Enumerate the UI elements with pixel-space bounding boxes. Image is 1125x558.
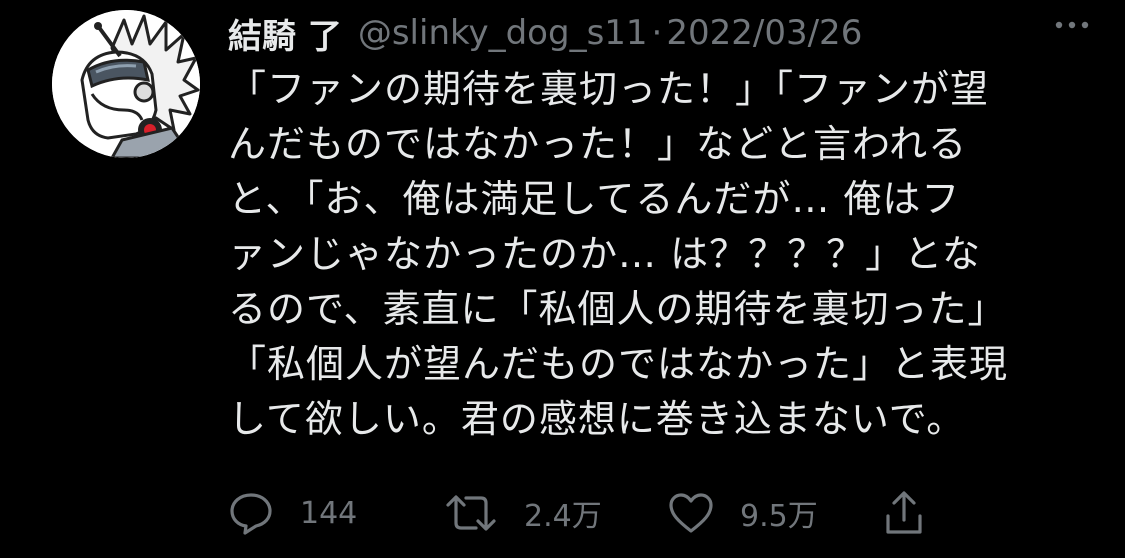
reply-icon <box>230 493 272 535</box>
action-bar: 144 2.4万 9.5万 <box>228 490 948 536</box>
like-button[interactable]: 9.5万 <box>668 490 818 536</box>
heart-icon <box>669 493 713 533</box>
user-handle[interactable]: @slinky_dog_s11 <box>358 13 648 53</box>
tweet-text-line: んだものではなかった！」などと言われる <box>228 122 968 166</box>
tweet-text-line: るので、素直に「私個人の期待を裏切った」 <box>228 287 1007 331</box>
tweet[interactable]: 結騎 了 @slinky_dog_s11 · 2022/03/26 「ファンの期… <box>0 0 1125 558</box>
more-button[interactable] <box>1047 10 1097 40</box>
tweet-text-line: ァンじゃなかったのか… は？？？？」とな <box>228 232 981 276</box>
tweet-date[interactable]: 2022/03/26 <box>666 13 862 53</box>
tweet-text: 「ファンの期待を裏切った！」「ファンが望 んだものではなかった！」などと言われる… <box>228 62 1088 447</box>
tweet-text-line: 「ファンの期待を裏切った！」「ファンが望 <box>228 67 990 111</box>
display-name[interactable]: 結騎 了 <box>228 9 342 58</box>
header-separator: · <box>651 13 663 53</box>
tweet-text-line: 「私個人が望んだものではなかった」と表現 <box>228 342 1009 386</box>
like-count: 9.5万 <box>740 499 818 534</box>
tweet-header: 結騎 了 @slinky_dog_s11 · 2022/03/26 <box>228 8 1108 58</box>
tweet-text-line: して欲しい。君の感想に巻き込まないで。 <box>228 397 966 441</box>
mecha-dog-avatar-icon <box>52 10 200 158</box>
avatar[interactable] <box>52 10 200 158</box>
retweet-button[interactable]: 2.4万 <box>444 490 602 536</box>
share-icon <box>886 491 922 534</box>
tweet-text-line: と、「お、俺は満足してるんだが… 俺はフ <box>228 177 961 221</box>
retweet-icon <box>446 495 496 531</box>
more-horizontal-icon <box>1055 21 1089 29</box>
reply-button[interactable]: 144 <box>228 490 357 536</box>
retweet-count: 2.4万 <box>524 499 602 534</box>
reply-count: 144 <box>300 495 358 531</box>
share-button[interactable] <box>884 490 924 536</box>
